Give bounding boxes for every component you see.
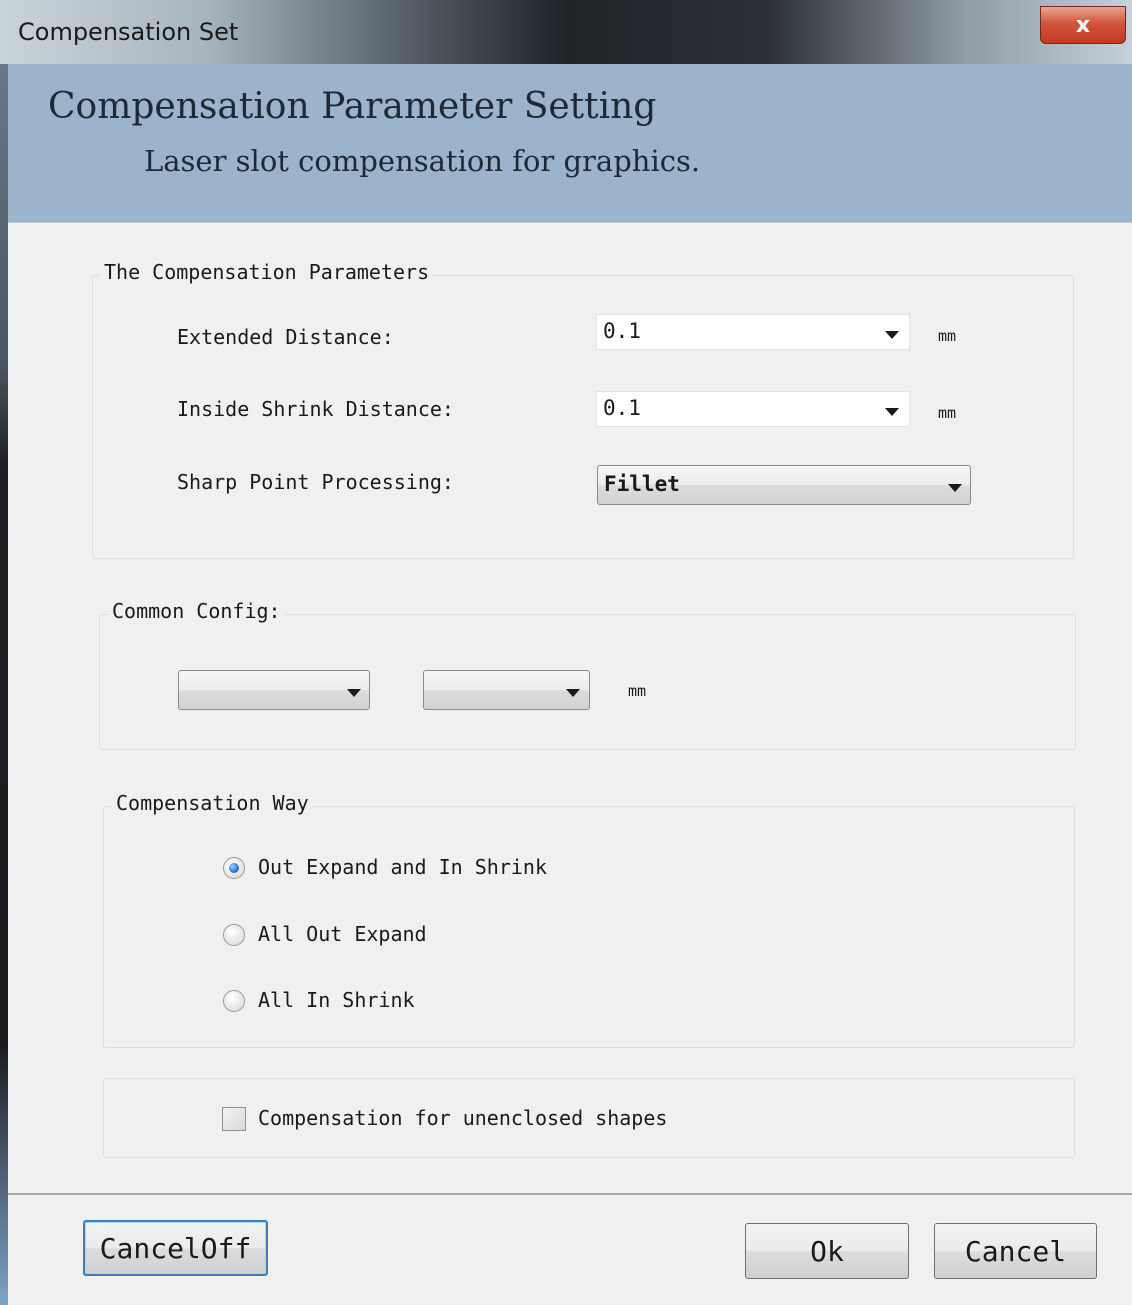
chevron-down-icon[interactable] — [885, 331, 899, 339]
header-title: Compensation Parameter Setting — [48, 86, 657, 127]
common-config-unit: mm — [628, 682, 647, 700]
dialog-header: Compensation Parameter Setting Laser slo… — [8, 64, 1132, 222]
extended-distance-value: 0.1 — [603, 319, 641, 343]
ok-button[interactable]: Ok — [745, 1223, 909, 1279]
inside-shrink-distance-label: Inside Shrink Distance: — [177, 397, 454, 421]
compensation-set-dialog: Compensation Set x Compensation Paramete… — [0, 0, 1132, 1305]
sharp-point-processing-value: Fillet — [604, 472, 680, 496]
cancel-off-button[interactable]: CancelOff — [83, 1220, 268, 1276]
chevron-down-icon[interactable] — [885, 408, 899, 416]
window-title: Compensation Set — [18, 18, 239, 46]
close-button[interactable]: x — [1040, 6, 1126, 44]
inside-shrink-distance-unit: mm — [938, 404, 957, 422]
common-config-combo-1[interactable] — [178, 670, 370, 710]
unenclosed-shapes-checkbox[interactable] — [222, 1107, 246, 1131]
header-separator — [8, 222, 1132, 223]
inside-shrink-distance-value: 0.1 — [603, 396, 641, 420]
compensation-parameters-label: The Compensation Parameters — [100, 260, 434, 284]
common-config-label: Common Config: — [108, 599, 285, 623]
sharp-point-processing-label: Sharp Point Processing: — [177, 470, 454, 494]
extended-distance-unit: mm — [938, 327, 957, 345]
footer-separator — [8, 1193, 1132, 1195]
radio-all-out-expand[interactable] — [223, 924, 245, 946]
compensation-way-label: Compensation Way — [112, 791, 313, 815]
chevron-down-icon[interactable] — [948, 484, 962, 492]
radio-all-out-expand-label[interactable]: All Out Expand — [258, 922, 427, 946]
chevron-down-icon[interactable] — [347, 689, 361, 697]
unenclosed-shapes-label[interactable]: Compensation for unenclosed shapes — [258, 1106, 667, 1130]
extended-distance-combo[interactable]: 0.1 — [596, 314, 910, 350]
radio-all-in-shrink-label[interactable]: All In Shrink — [258, 988, 415, 1012]
common-config-combo-2[interactable] — [423, 670, 590, 710]
title-bar[interactable]: Compensation Set x — [0, 0, 1132, 64]
radio-out-expand-in-shrink[interactable] — [223, 857, 245, 879]
background-window-edge — [0, 0, 8, 1305]
cancel-button[interactable]: Cancel — [934, 1223, 1097, 1279]
chevron-down-icon[interactable] — [566, 689, 580, 697]
close-icon: x — [1075, 12, 1091, 38]
compensation-way-group — [103, 806, 1075, 1048]
inside-shrink-distance-combo[interactable]: 0.1 — [596, 391, 910, 427]
radio-all-in-shrink[interactable] — [223, 990, 245, 1012]
extended-distance-label: Extended Distance: — [177, 325, 394, 349]
radio-out-expand-in-shrink-label[interactable]: Out Expand and In Shrink — [258, 855, 547, 879]
header-subtitle: Laser slot compensation for graphics. — [144, 144, 701, 178]
sharp-point-processing-select[interactable]: Fillet — [597, 465, 971, 505]
